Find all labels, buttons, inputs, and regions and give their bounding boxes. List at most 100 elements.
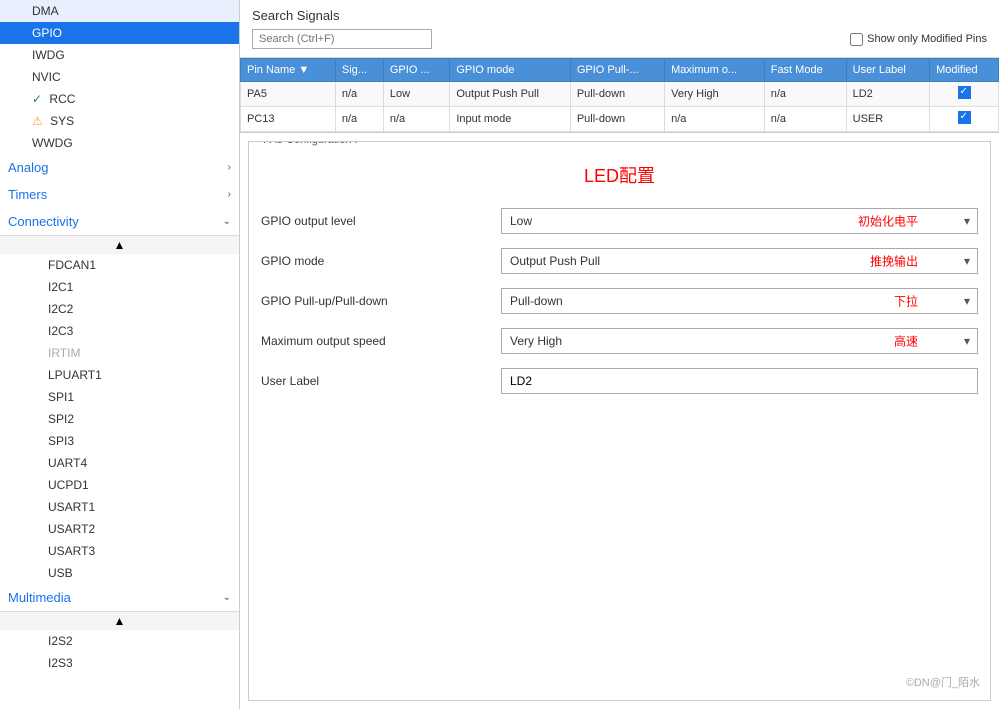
gpio-table: Pin Name ▼ Sig... GPIO ... GPIO mode GPI… <box>240 58 999 132</box>
search-input[interactable] <box>252 29 432 49</box>
sidebar-item-i2c3[interactable]: I2C3 <box>0 320 239 342</box>
cell-fast-mode: n/a <box>764 82 846 107</box>
config-select-pull[interactable]: No pull-up and no pull-down Pull-up Pull… <box>501 288 978 314</box>
config-input-user-label[interactable] <box>501 368 978 394</box>
config-row-user-label: User Label <box>261 368 978 394</box>
col-max-output[interactable]: Maximum o... <box>665 59 765 82</box>
cell-pin-name: PA5 <box>241 82 336 107</box>
col-gpio-io[interactable]: GPIO ... <box>383 59 449 82</box>
chevron-down-icon: ⌄ <box>223 216 231 227</box>
config-row-output-level: GPIO output level Low High 初始化电平 <box>261 208 978 234</box>
config-row-speed: Maximum output speed Low Medium High Ver… <box>261 328 978 354</box>
search-signals-title: Search Signals <box>252 8 987 23</box>
sidebar-item-gpio[interactable]: GPIO <box>0 22 239 44</box>
cell-gpio-io: Low <box>383 82 449 107</box>
cell-user-label: LD2 <box>846 82 929 107</box>
config-label-speed: Maximum output speed <box>261 334 501 348</box>
config-label-pull: GPIO Pull-up/Pull-down <box>261 294 501 308</box>
sidebar-item-usart1[interactable]: USART1 <box>0 496 239 518</box>
show-modified-label: Show only Modified Pins <box>867 33 987 45</box>
sidebar-category-connectivity[interactable]: Connectivity ⌄ <box>0 208 239 235</box>
config-row-pull: GPIO Pull-up/Pull-down No pull-up and no… <box>261 288 978 314</box>
cell-gpio-pull: Pull-down <box>570 82 664 107</box>
cell-sig: n/a <box>335 107 383 132</box>
sidebar: DMA GPIO IWDG NVIC ✓ RCC ⚠ SYS WWDG Anal… <box>0 0 240 709</box>
sidebar-item-usart2[interactable]: USART2 <box>0 518 239 540</box>
show-modified-container: Show only Modified Pins <box>850 33 987 46</box>
config-select-output-level-wrapper: Low High 初始化电平 <box>501 208 978 234</box>
main-content: Search Signals Show only Modified Pins P… <box>240 0 999 709</box>
cell-max-output: n/a <box>665 107 765 132</box>
cell-pin-name: PC13 <box>241 107 336 132</box>
cell-user-label: USER <box>846 107 929 132</box>
scroll-down-button[interactable]: ▲ <box>0 611 239 630</box>
sidebar-item-fdcan1[interactable]: FDCAN1 <box>0 254 239 276</box>
modified-checkbox-checked <box>958 111 971 124</box>
modified-checkbox-checked <box>958 86 971 99</box>
sidebar-item-rcc[interactable]: ✓ RCC <box>0 88 239 110</box>
config-row-gpio-mode: GPIO mode Output Push Pull Output Open D… <box>261 248 978 274</box>
sidebar-item-lpuart1[interactable]: LPUART1 <box>0 364 239 386</box>
config-label-output-level: GPIO output level <box>261 214 501 228</box>
cell-gpio-io: n/a <box>383 107 449 132</box>
table-row[interactable]: PA5 n/a Low Output Push Pull Pull-down V… <box>241 82 999 107</box>
sidebar-item-i2s2[interactable]: I2S2 <box>0 630 239 652</box>
sidebar-item-usb[interactable]: USB <box>0 562 239 584</box>
sidebar-item-spi2[interactable]: SPI2 <box>0 408 239 430</box>
col-gpio-mode[interactable]: GPIO mode <box>450 59 570 82</box>
cell-gpio-mode: Output Push Pull <box>450 82 570 107</box>
sidebar-item-spi3[interactable]: SPI3 <box>0 430 239 452</box>
gpio-table-wrapper: Pin Name ▼ Sig... GPIO ... GPIO mode GPI… <box>240 58 999 133</box>
sidebar-item-i2c2[interactable]: I2C2 <box>0 298 239 320</box>
warn-icon: ⚠ <box>32 114 43 128</box>
arrow-up-icon2: ▲ <box>114 614 126 628</box>
cell-modified <box>930 82 999 107</box>
sidebar-category-analog[interactable]: Analog › <box>0 154 239 181</box>
config-select-gpio-mode-wrapper: Output Push Pull Output Open Drain Input… <box>501 248 978 274</box>
sidebar-item-irtim[interactable]: IRTIM <box>0 342 239 364</box>
sidebar-category-timers[interactable]: Timers › <box>0 181 239 208</box>
cell-gpio-mode: Input mode <box>450 107 570 132</box>
chevron-down-icon: ⌄ <box>223 592 231 603</box>
col-fast-mode[interactable]: Fast Mode <box>764 59 846 82</box>
config-select-gpio-mode[interactable]: Output Push Pull Output Open Drain Input… <box>501 248 978 274</box>
chevron-right-icon: › <box>228 189 231 200</box>
sidebar-item-spi1[interactable]: SPI1 <box>0 386 239 408</box>
config-select-speed[interactable]: Low Medium High Very High <box>501 328 978 354</box>
cell-modified <box>930 107 999 132</box>
search-bar: Search Signals Show only Modified Pins <box>240 0 999 58</box>
col-pin-name[interactable]: Pin Name ▼ <box>241 59 336 82</box>
sidebar-item-uart4[interactable]: UART4 <box>0 452 239 474</box>
config-label-gpio-mode: GPIO mode <box>261 254 501 268</box>
config-select-pull-wrapper: No pull-up and no pull-down Pull-up Pull… <box>501 288 978 314</box>
config-legend: PA5 Configuration : <box>259 141 362 146</box>
col-user-label[interactable]: User Label <box>846 59 929 82</box>
sidebar-category-multimedia[interactable]: Multimedia ⌄ <box>0 584 239 611</box>
chevron-right-icon: › <box>228 162 231 173</box>
cell-gpio-pull: Pull-down <box>570 107 664 132</box>
sidebar-item-i2s3[interactable]: I2S3 <box>0 652 239 674</box>
config-select-output-level[interactable]: Low High <box>501 208 978 234</box>
watermark: ©DN@门_陌水 <box>906 674 980 690</box>
sidebar-item-usart3[interactable]: USART3 <box>0 540 239 562</box>
show-modified-checkbox[interactable] <box>850 33 863 46</box>
config-label-user-label: User Label <box>261 374 501 388</box>
sidebar-item-ucpd1[interactable]: UCPD1 <box>0 474 239 496</box>
cell-fast-mode: n/a <box>764 107 846 132</box>
sidebar-item-dma[interactable]: DMA <box>0 0 239 22</box>
sidebar-item-wwdg[interactable]: WWDG <box>0 132 239 154</box>
table-row[interactable]: PC13 n/a n/a Input mode Pull-down n/a n/… <box>241 107 999 132</box>
col-sig[interactable]: Sig... <box>335 59 383 82</box>
arrow-up-icon: ▲ <box>114 238 126 252</box>
scroll-up-button[interactable]: ▲ <box>0 235 239 254</box>
sidebar-item-sys[interactable]: ⚠ SYS <box>0 110 239 132</box>
col-gpio-pull[interactable]: GPIO Pull-... <box>570 59 664 82</box>
config-section: PA5 Configuration : LED配置 GPIO output le… <box>248 141 991 701</box>
col-modified[interactable]: Modified <box>930 59 999 82</box>
sidebar-item-i2c1[interactable]: I2C1 <box>0 276 239 298</box>
sidebar-item-iwdg[interactable]: IWDG <box>0 44 239 66</box>
config-select-speed-wrapper: Low Medium High Very High 高速 <box>501 328 978 354</box>
sidebar-item-nvic[interactable]: NVIC <box>0 66 239 88</box>
check-icon: ✓ <box>32 92 42 106</box>
config-title: LED配置 <box>261 162 978 188</box>
